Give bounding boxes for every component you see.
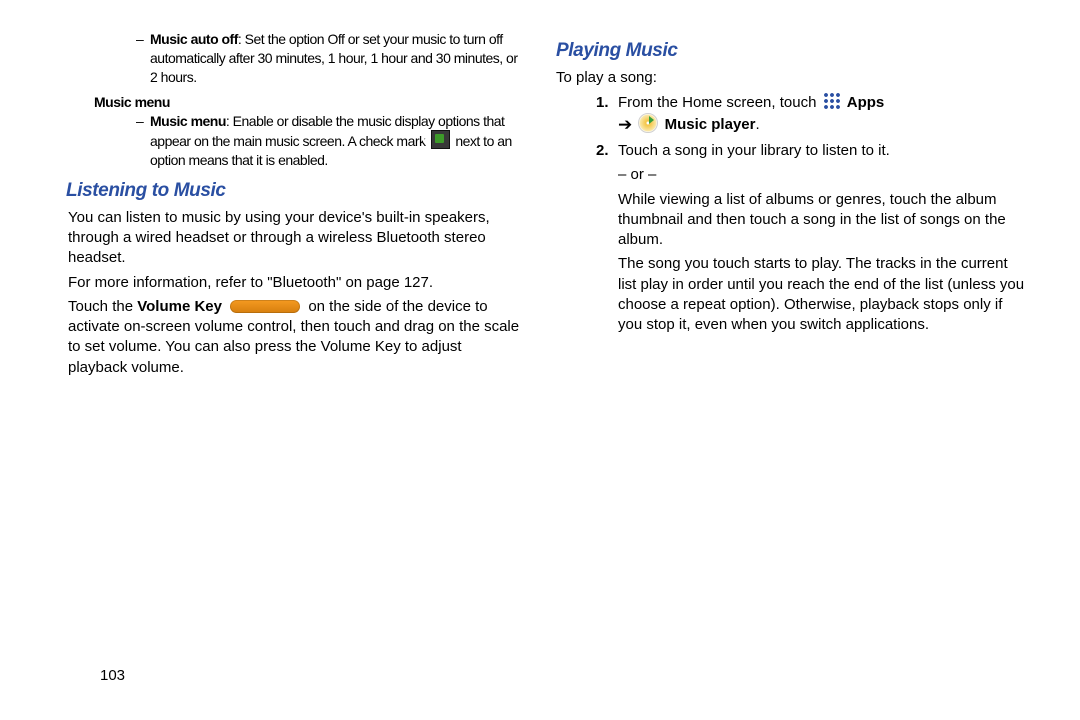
text: From the Home screen, touch [618, 94, 821, 111]
text: . [755, 116, 759, 133]
list-body: From the Home screen, touch Apps [618, 94, 884, 111]
right-column: Playing Music To play a song: 1.From the… [556, 30, 1028, 720]
list-continuation: ➔ Music player. [618, 113, 1028, 137]
text: Touch the [68, 298, 137, 315]
ordered-list: 1.From the Home screen, touch Apps ➔ Mus… [596, 92, 1028, 161]
bullet-music-menu: –Music menu: Enable or disable the music… [94, 112, 524, 171]
paragraph: For more information, refer to "Bluetoot… [68, 273, 524, 293]
left-column: –Music auto off: Set the option Off or s… [52, 30, 524, 720]
cross-reference: "Bluetooth" [267, 274, 341, 291]
paragraph: To play a song: [556, 68, 1028, 88]
paragraph: Touch the Volume Key on the side of the … [68, 297, 524, 378]
heading-listening-to-music: Listening to Music [66, 178, 524, 204]
apps-icon [823, 92, 841, 110]
text: on page 127. [341, 274, 433, 291]
arrow-right-icon: ➔ [618, 115, 632, 134]
or-separator: – or – [618, 165, 1028, 185]
paragraph: The song you touch starts to play. The t… [618, 254, 1028, 335]
bullet-label: Music menu [150, 113, 226, 129]
list-number: 1. [596, 93, 618, 113]
list-number: 2. [596, 141, 618, 161]
text-bold: Music player [665, 116, 756, 133]
page-number: 103 [100, 667, 125, 684]
paragraph: You can listen to music by using your de… [68, 208, 524, 269]
volume-key-icon [230, 300, 300, 313]
subheading-music-menu: Music menu [94, 93, 524, 112]
checkmark-icon [431, 130, 450, 149]
manual-page: –Music auto off: Set the option Off or s… [0, 0, 1080, 720]
heading-playing-music: Playing Music [556, 38, 1028, 64]
text: For more information, refer to [68, 274, 267, 291]
text-bold: Volume Key [137, 298, 222, 315]
text-bold: Apps [847, 94, 885, 111]
list-item: 2.Touch a song in your library to listen… [596, 141, 1028, 161]
list-body: Touch a song in your library to listen t… [618, 142, 890, 159]
bullet-label: Music auto off [150, 31, 238, 47]
paragraph: While viewing a list of albums or genres… [618, 190, 1028, 251]
music-player-icon [638, 113, 658, 133]
list-item: 1.From the Home screen, touch Apps ➔ Mus… [596, 92, 1028, 137]
bullet-music-auto-off: –Music auto off: Set the option Off or s… [94, 30, 524, 87]
